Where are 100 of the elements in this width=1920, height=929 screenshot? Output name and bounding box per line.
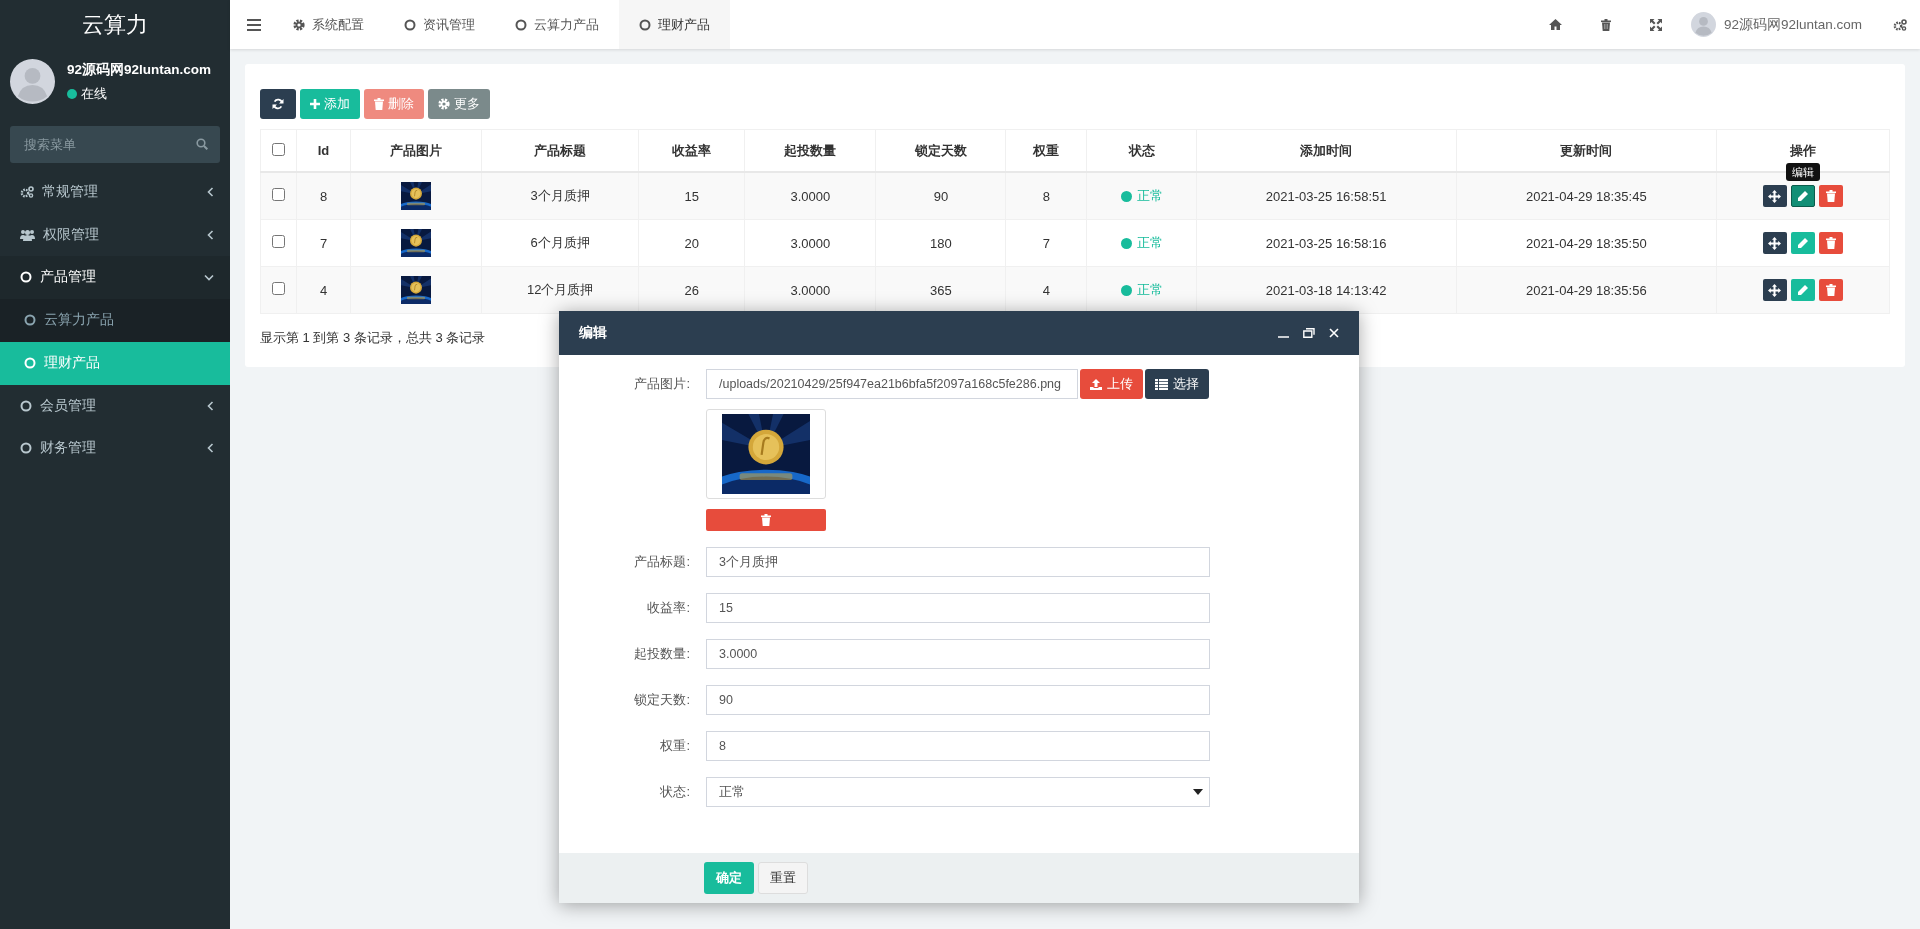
table-cell: 20 bbox=[638, 219, 745, 267]
status-dot bbox=[1120, 284, 1132, 296]
field-label: 产品图片: bbox=[633, 375, 691, 393]
field-label: 收益率: bbox=[646, 599, 691, 617]
menu-icon[interactable] bbox=[247, 18, 261, 31]
table-cell: 26 bbox=[638, 266, 745, 314]
sidebar-item[interactable]: 云算力产品 bbox=[0, 298, 230, 342]
text-field[interactable]: 90 bbox=[706, 685, 1210, 715]
table-cell: 8 bbox=[1005, 172, 1087, 220]
maximize-icon[interactable] bbox=[1303, 328, 1315, 338]
caret-down-icon bbox=[204, 273, 214, 281]
table-cell: 180 bbox=[875, 219, 1006, 267]
status-text: 在线 bbox=[81, 84, 107, 103]
user-name: 92源码网92luntan.com bbox=[67, 60, 212, 79]
row-checkbox[interactable] bbox=[272, 235, 285, 248]
more-button[interactable]: 更多 bbox=[428, 89, 490, 119]
move-icon bbox=[1768, 283, 1782, 297]
select-all-checkbox[interactable] bbox=[272, 142, 285, 156]
circle-icon bbox=[24, 314, 36, 326]
nav-tab[interactable]: 资讯管理 bbox=[384, 0, 495, 49]
circle-icon bbox=[20, 442, 32, 455]
sidebar-item[interactable]: 常规管理 bbox=[0, 171, 230, 214]
table-cell: 90 bbox=[875, 172, 1006, 220]
table-cell: 7 bbox=[296, 219, 351, 267]
sidebar-item[interactable]: 权限管理 bbox=[0, 213, 230, 256]
table-cell: 2021-03-25 16:58:51 bbox=[1196, 172, 1457, 220]
table-cell: 6个月质押 bbox=[481, 219, 639, 267]
gear-icon bbox=[293, 18, 305, 31]
field-label: 状态: bbox=[659, 783, 691, 801]
upload-button[interactable]: 上传 bbox=[1080, 369, 1143, 399]
table-cell: 3.0000 bbox=[744, 266, 876, 314]
field-label: 起投数量: bbox=[633, 645, 691, 663]
dialog-title: 编辑 bbox=[579, 324, 608, 342]
pencil-icon bbox=[1797, 190, 1809, 202]
table-cell: 2021-04-29 18:35:56 bbox=[1456, 266, 1717, 314]
drag-button[interactable] bbox=[1762, 279, 1787, 301]
table-cell: 3.0000 bbox=[744, 172, 876, 220]
delete-row-button[interactable] bbox=[1818, 279, 1843, 301]
pagination-info: 显示第 1 到第 3 条记录，总共 3 条记录 bbox=[260, 329, 486, 347]
text-field[interactable]: 3个月质押 bbox=[706, 547, 1210, 577]
choose-button[interactable]: 选择 bbox=[1145, 369, 1209, 399]
sidebar-item[interactable]: 会员管理 bbox=[0, 384, 230, 427]
drag-button[interactable] bbox=[1762, 185, 1787, 207]
table-cell: 8 bbox=[296, 172, 351, 220]
field-label: 权重: bbox=[659, 737, 691, 755]
circle-icon bbox=[20, 271, 32, 284]
sidebar-item[interactable]: 产品管理 bbox=[0, 256, 230, 299]
gear-icon bbox=[438, 98, 450, 110]
move-icon bbox=[1768, 189, 1782, 203]
sidebar-item[interactable]: 财务管理 bbox=[0, 427, 230, 470]
caret-down-icon bbox=[1193, 789, 1203, 795]
gears-icon bbox=[20, 186, 34, 199]
text-field[interactable]: 8 bbox=[706, 731, 1210, 761]
search-field[interactable]: 搜索菜单 bbox=[10, 126, 220, 163]
users-icon bbox=[20, 228, 35, 241]
refresh-button[interactable] bbox=[260, 89, 296, 119]
remove-image-button[interactable] bbox=[706, 509, 826, 531]
nav-tab[interactable]: 云算力产品 bbox=[495, 0, 619, 49]
table-cell: 2021-03-18 14:13:42 bbox=[1196, 266, 1457, 314]
trash-icon bbox=[761, 514, 771, 526]
refresh-icon bbox=[272, 98, 284, 110]
table-cell: 15 bbox=[638, 172, 745, 220]
table-cell: 2021-03-25 16:58:16 bbox=[1196, 219, 1457, 267]
field-label: 产品标题: bbox=[633, 553, 691, 571]
edit-button[interactable] bbox=[1790, 185, 1815, 207]
text-field[interactable]: 3.0000 bbox=[706, 639, 1210, 669]
online-dot bbox=[67, 88, 77, 99]
row-checkbox[interactable] bbox=[272, 188, 285, 201]
caret-left-icon bbox=[207, 229, 214, 240]
upload-icon bbox=[1090, 378, 1102, 390]
table-cell: 2021-04-29 18:35:45 bbox=[1456, 172, 1717, 220]
caret-left-icon bbox=[207, 443, 214, 454]
list-icon bbox=[1155, 378, 1168, 390]
circle-icon bbox=[24, 357, 36, 369]
reset-button[interactable]: 重置 bbox=[758, 862, 808, 894]
plus-icon bbox=[310, 99, 320, 109]
delete-row-button[interactable] bbox=[1818, 185, 1843, 207]
circle-icon bbox=[20, 399, 32, 412]
table-cell: 7 bbox=[1005, 219, 1087, 267]
avatar-icon bbox=[10, 59, 55, 104]
table-cell: 3.0000 bbox=[744, 219, 876, 267]
circle-icon bbox=[515, 18, 527, 31]
table-cell: 2021-04-29 18:35:50 bbox=[1456, 219, 1717, 267]
status-select[interactable]: 正常 bbox=[706, 777, 1210, 807]
pencil-icon bbox=[1797, 284, 1809, 296]
drag-button[interactable] bbox=[1762, 232, 1787, 254]
image-path-field[interactable]: /uploads/20210429/25f947ea21b6bfa5f2097a168c5fe286.png bbox=[706, 369, 1078, 399]
caret-left-icon bbox=[207, 400, 214, 411]
user-menu[interactable]: 92源码网92luntan.com bbox=[1680, 0, 1880, 49]
nav-tab[interactable]: 系统配置 bbox=[273, 0, 384, 49]
table-cell: 3个月质押 bbox=[481, 172, 639, 220]
caret-left-icon bbox=[207, 187, 214, 198]
text-field[interactable]: 15 bbox=[706, 593, 1210, 623]
row-checkbox[interactable] bbox=[272, 282, 285, 295]
delete-row-button[interactable] bbox=[1818, 232, 1843, 254]
nav-tab[interactable]: 理财产品 bbox=[619, 0, 730, 49]
pencil-icon bbox=[1797, 237, 1809, 249]
trash-icon bbox=[1825, 284, 1836, 296]
trash-icon bbox=[1825, 190, 1836, 202]
close-icon[interactable] bbox=[1329, 328, 1339, 338]
